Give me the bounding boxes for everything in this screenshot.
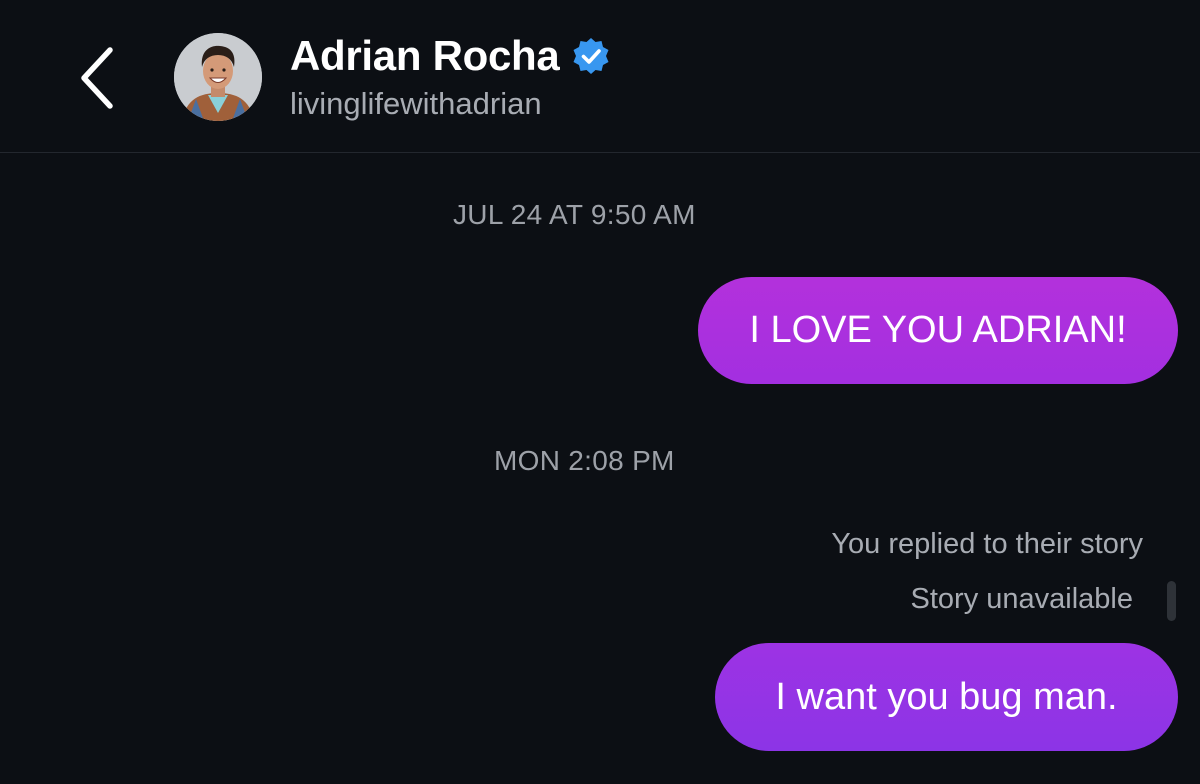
back-button[interactable] — [66, 40, 130, 116]
avatar-image — [174, 33, 262, 121]
verified-badge-icon — [573, 38, 609, 74]
chat-header: Adrian Rocha livinglifewithadrian — [0, 0, 1200, 153]
avatar[interactable] — [174, 33, 262, 121]
story-reply-indicator — [1167, 581, 1176, 621]
story-unavailable-label[interactable]: Story unavailable — [911, 583, 1133, 616]
message-bubble-2[interactable]: I want you bug man. — [715, 643, 1178, 751]
message-bubble-1[interactable]: I LOVE YOU ADRIAN! — [698, 277, 1178, 384]
message-text-1: I LOVE YOU ADRIAN! — [749, 309, 1127, 351]
contact-name[interactable]: Adrian Rocha — [290, 32, 560, 80]
username: livinglifewithadrian — [290, 86, 542, 121]
timestamp-2: MON 2:08 PM — [494, 445, 675, 476]
message-text-2: I want you bug man. — [775, 675, 1118, 718]
story-reply-label: You replied to their story — [831, 528, 1143, 560]
chat-screen: Adrian Rocha livinglifewithadrian JUL 24… — [0, 0, 1200, 784]
chevron-left-icon — [81, 47, 113, 109]
timestamp-1: JUL 24 AT 9:50 AM — [453, 199, 696, 230]
contact-name-row[interactable]: Adrian Rocha — [290, 30, 611, 82]
